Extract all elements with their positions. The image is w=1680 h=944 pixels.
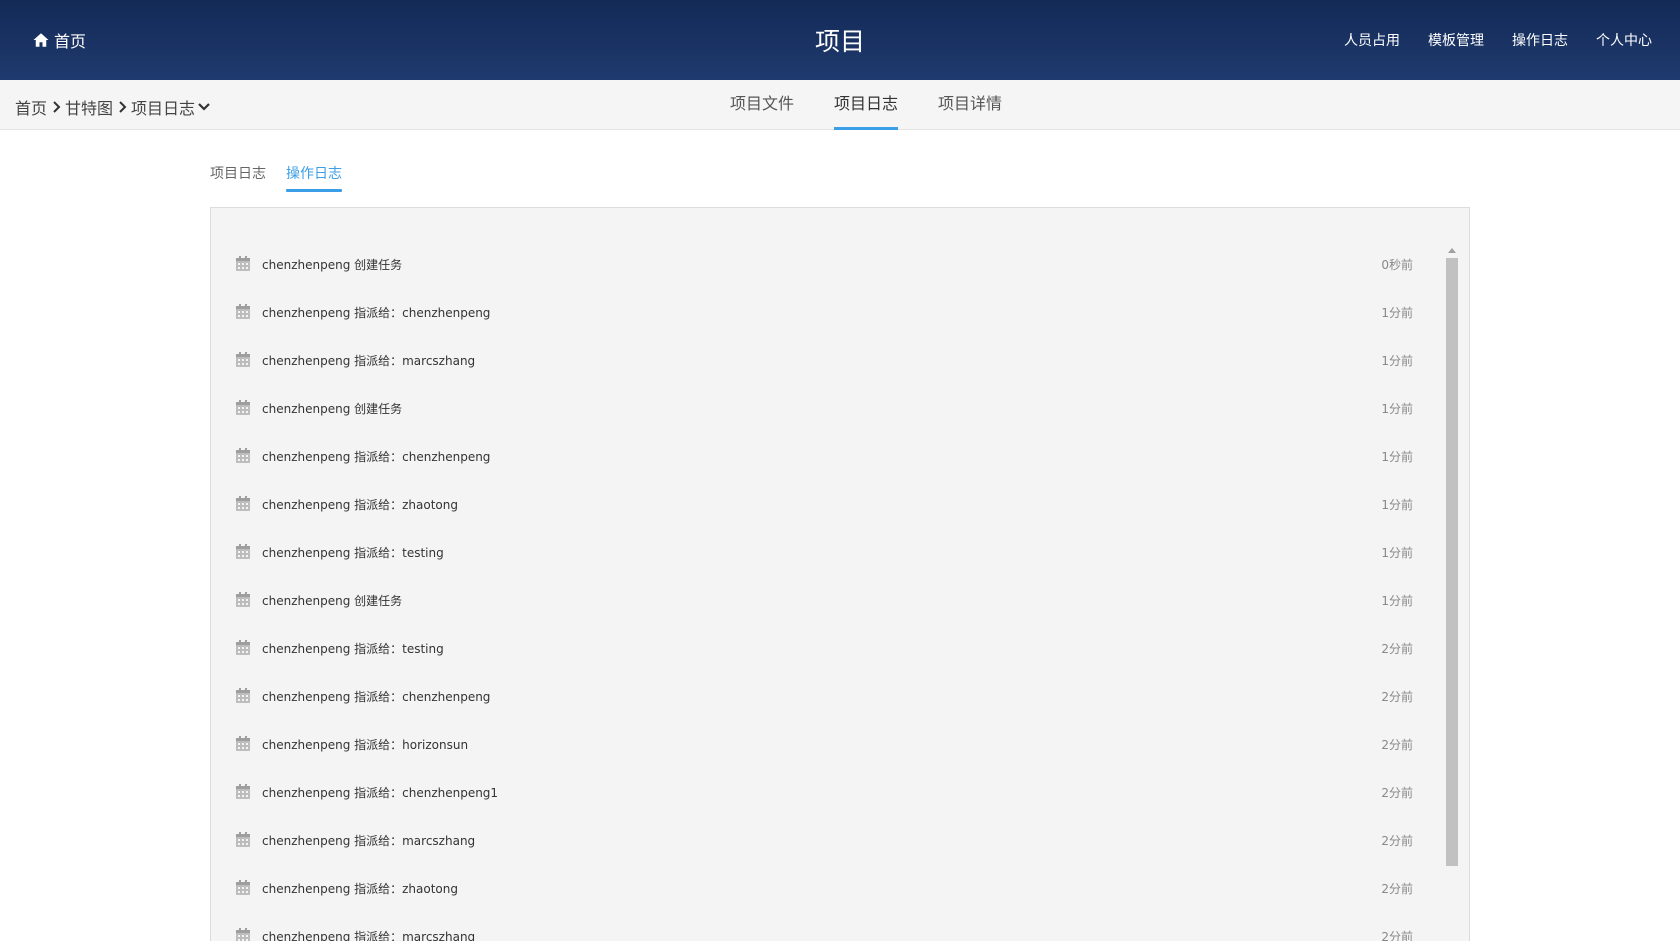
nav-template-management[interactable]: 模板管理: [1428, 30, 1484, 50]
log-entry-text: chenzhenpeng 指派给：chenzhenpeng: [262, 305, 491, 320]
tab-project-log[interactable]: 项目日志: [833, 80, 899, 130]
calendar-icon: [235, 832, 251, 848]
top-nav: 人员占用 模板管理 操作日志 个人中心: [1344, 30, 1652, 50]
breadcrumb: 首页 甘特图 项目日志: [15, 95, 214, 119]
log-entry-time: 1分前: [1381, 449, 1413, 464]
log-panel: chenzhenpeng 创建任务 0秒前 chenzhenpeng 指派给：che…: [210, 207, 1470, 941]
calendar-icon: [235, 784, 251, 800]
log-entry-time: 1分前: [1381, 353, 1413, 368]
log-entry-text: chenzhenpeng 指派给：marcszhang: [262, 833, 476, 848]
log-entry-time: 1分前: [1381, 305, 1413, 320]
tab-project-files[interactable]: 项目文件: [730, 80, 794, 130]
log-entry-time: 2分前: [1381, 881, 1413, 896]
log-entry: chenzhenpeng 指派给：chenzhenpeng 1分前: [211, 288, 1451, 336]
calendar-icon: [235, 400, 251, 416]
breadcrumb-home[interactable]: 首页: [15, 95, 47, 119]
project-tabs: 项目文件 项目日志 项目详情: [0, 80, 1680, 130]
chevron-down-icon[interactable]: [198, 99, 214, 115]
log-entry: chenzhenpeng 指派给：zhaotong 2分前: [211, 864, 1451, 912]
log-entry: chenzhenpeng 指派给：chenzhenpeng1 2分前: [211, 768, 1451, 816]
log-entry-text: chenzhenpeng 指派给：testing: [262, 641, 444, 656]
log-entry: chenzhenpeng 创建任务 1分前: [211, 384, 1451, 432]
log-entry: chenzhenpeng 指派给：chenzhenpeng 2分前: [211, 672, 1451, 720]
calendar-icon: [235, 592, 251, 608]
nav-personal-center[interactable]: 个人中心: [1596, 30, 1652, 50]
scroll-thumb[interactable]: [1446, 258, 1458, 866]
log-entry: chenzhenpeng 指派给：zhaotong 1分前: [211, 480, 1451, 528]
calendar-icon: [235, 256, 251, 272]
breadcrumb-gantt[interactable]: 甘特图: [65, 95, 113, 119]
log-entry-time: 1分前: [1381, 497, 1413, 512]
log-entry-text: chenzhenpeng 指派给：chenzhenpeng: [262, 449, 491, 464]
tab-project-log-list[interactable]: 项目日志: [210, 163, 266, 191]
calendar-icon: [235, 544, 251, 560]
log-entry-text: chenzhenpeng 指派给：zhaotong: [262, 497, 458, 512]
log-entry: chenzhenpeng 指派给：horizonsun 2分前: [211, 720, 1451, 768]
log-entry: chenzhenpeng 指派给：chenzhenpeng 1分前: [211, 432, 1451, 480]
log-entry: chenzhenpeng 指派给：testing 1分前: [211, 528, 1451, 576]
calendar-icon: [235, 448, 251, 464]
log-entry-time: 2分前: [1381, 785, 1413, 800]
breadcrumb-project-log[interactable]: 项目日志: [131, 95, 195, 119]
calendar-icon: [235, 880, 251, 896]
tab-operation-log-list[interactable]: 操作日志: [286, 163, 342, 192]
calendar-icon: [235, 736, 251, 752]
scroll-up-arrow[interactable]: [1445, 244, 1459, 256]
log-entry-text: chenzhenpeng 指派给：marcszhang: [262, 929, 476, 942]
log-entry-text: chenzhenpeng 指派给：horizonsun: [262, 737, 469, 752]
log-list: chenzhenpeng 创建任务 0秒前 chenzhenpeng 指派给：che…: [211, 240, 1451, 941]
log-entry: chenzhenpeng 创建任务 1分前: [211, 576, 1451, 624]
log-entry: chenzhenpeng 指派给：marcszhang 2分前: [211, 816, 1451, 864]
log-entry: chenzhenpeng 创建任务 0秒前: [211, 240, 1451, 288]
calendar-icon: [235, 352, 251, 368]
tab-project-details[interactable]: 项目详情: [938, 80, 1002, 130]
sub-header: 项目文件 项目日志 项目详情 首页 甘特图 项目日志: [0, 80, 1680, 130]
chevron-right-icon: [47, 99, 65, 115]
calendar-icon: [235, 640, 251, 656]
log-entry-text: chenzhenpeng 指派给：chenzhenpeng: [262, 689, 491, 704]
calendar-icon: [235, 928, 251, 941]
log-entry-text: chenzhenpeng 指派给：chenzhenpeng1: [262, 785, 499, 800]
log-entry-text: chenzhenpeng 指派给：zhaotong: [262, 881, 458, 896]
log-entry-time: 2分前: [1381, 641, 1413, 656]
log-entry-time: 2分前: [1381, 737, 1413, 752]
log-entry-text: chenzhenpeng 创建任务: [262, 593, 403, 608]
nav-staff-usage[interactable]: 人员占用: [1344, 30, 1400, 50]
scrollbar[interactable]: [1445, 244, 1459, 941]
log-entry: chenzhenpeng 指派给：marcszhang 1分前: [211, 336, 1451, 384]
log-entry-time: 0秒前: [1381, 257, 1413, 272]
log-entry-time: 1分前: [1381, 545, 1413, 560]
chevron-right-icon: [113, 99, 131, 115]
log-entry: chenzhenpeng 指派给：testing 2分前: [211, 624, 1451, 672]
log-type-tabs: 项目日志 操作日志: [210, 163, 342, 192]
calendar-icon: [235, 688, 251, 704]
log-entry-text: chenzhenpeng 指派给：testing: [262, 545, 444, 560]
top-header: 首页 项目 人员占用 模板管理 操作日志 个人中心: [0, 0, 1680, 80]
log-entry-time: 2分前: [1381, 689, 1413, 704]
log-entry-text: chenzhenpeng 指派给：marcszhang: [262, 353, 476, 368]
nav-operation-log[interactable]: 操作日志: [1512, 30, 1568, 50]
log-entry-text: chenzhenpeng 创建任务: [262, 257, 403, 272]
log-entry-time: 2分前: [1381, 833, 1413, 848]
calendar-icon: [235, 496, 251, 512]
log-entry-time: 2分前: [1381, 929, 1413, 942]
calendar-icon: [235, 304, 251, 320]
log-entry-text: chenzhenpeng 创建任务: [262, 401, 403, 416]
log-entry-time: 1分前: [1381, 593, 1413, 608]
log-entry: chenzhenpeng 指派给：marcszhang 2分前: [211, 912, 1451, 941]
log-entry-time: 1分前: [1381, 401, 1413, 416]
